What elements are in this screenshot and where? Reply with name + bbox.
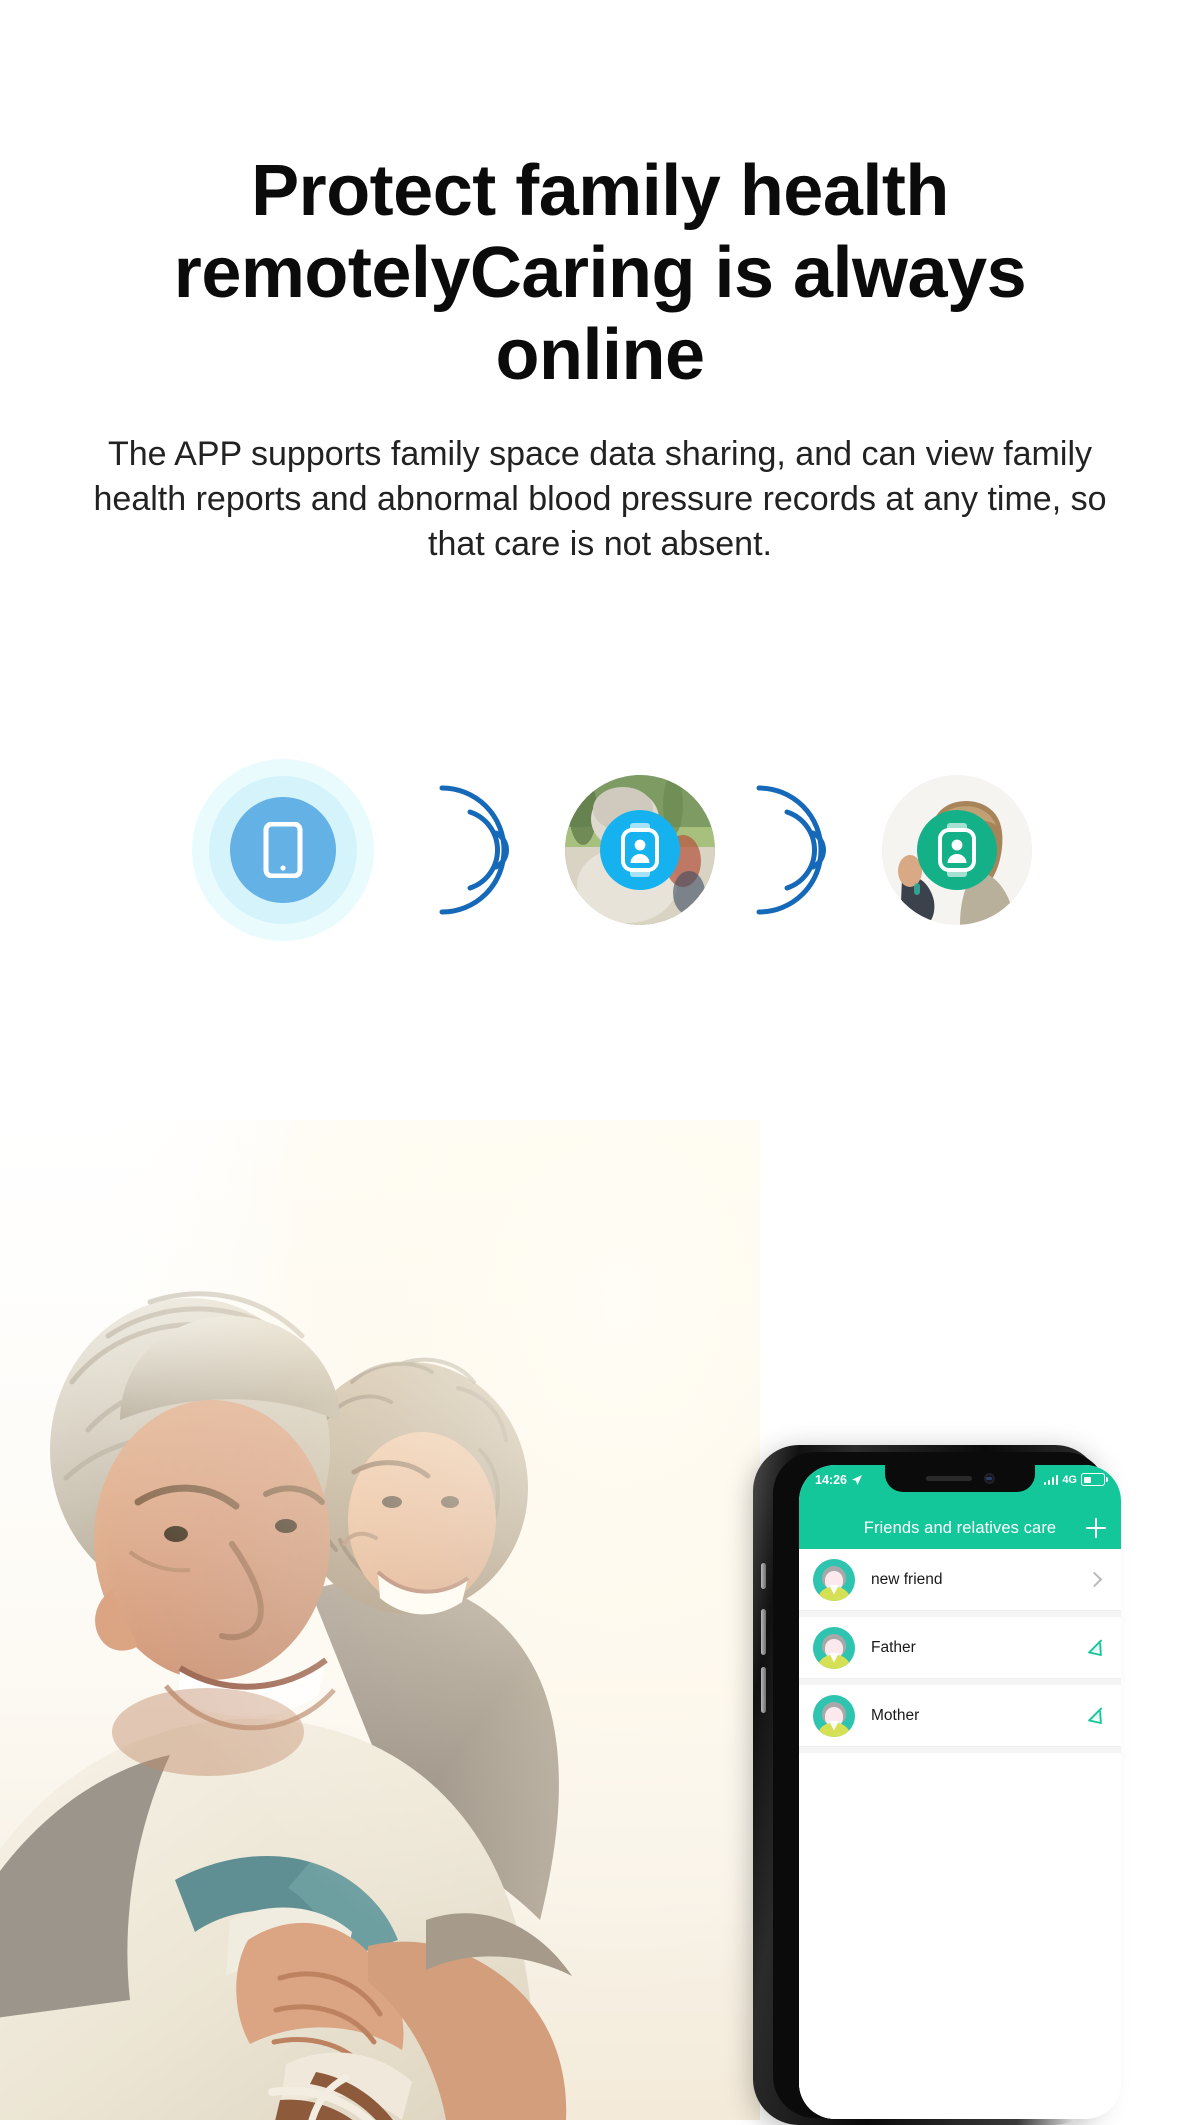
edit-pencil-icon[interactable] <box>1081 1703 1107 1729</box>
avatar <box>813 1558 855 1601</box>
phone-bezel: 14:26 4G Friends and relatives care new … <box>773 1452 1121 2119</box>
avatar <box>813 1626 855 1669</box>
status-bar-right: 4G <box>1043 1473 1108 1486</box>
edit-pencil-icon[interactable] <box>1081 1635 1107 1661</box>
location-arrow-icon <box>851 1475 862 1485</box>
status-bar-left: 14:26 <box>815 1473 863 1487</box>
contact-name: new friend <box>871 1570 943 1588</box>
elder-avatar-photo <box>565 775 715 925</box>
hero-section: Protect family health remotelyCaring is … <box>0 0 1200 567</box>
phone-volume-up[interactable] <box>761 1609 766 1655</box>
phone-mute-switch[interactable] <box>761 1563 766 1589</box>
page-title: Protect family health remotelyCaring is … <box>173 151 1027 396</box>
smartwatch-person-icon <box>621 823 659 877</box>
smartphone-icon <box>263 822 303 878</box>
signal-waves-2 <box>741 770 856 930</box>
network-label: 4G <box>1062 1473 1077 1486</box>
phone-icon-circle <box>230 797 336 903</box>
page-subtitle: The APP supports family space data shari… <box>93 435 1107 563</box>
flow-node-elder <box>565 775 715 925</box>
contact-name: Mother <box>871 1706 920 1724</box>
cellular-bars-icon <box>1043 1474 1059 1485</box>
status-time: 14:26 <box>815 1473 847 1487</box>
phone-screen: 14:26 4G Friends and relatives care new … <box>799 1465 1121 2119</box>
phone-mockup: 14:26 4G Friends and relatives care new … <box>740 1445 1121 2125</box>
front-camera-icon <box>983 1473 995 1484</box>
list-item[interactable]: new friend <box>799 1549 1121 1611</box>
phone-volume-down[interactable] <box>761 1667 766 1713</box>
young-avatar-photo <box>882 775 1032 925</box>
connection-flow-row <box>0 735 1200 965</box>
app-header: Friends and relatives care <box>799 1507 1121 1549</box>
phone-frame: 14:26 4G Friends and relatives care new … <box>753 1445 1121 2125</box>
elder-watch-badge <box>600 810 680 890</box>
add-contact-button[interactable] <box>1083 1515 1109 1541</box>
list-item[interactable]: Father <box>799 1617 1121 1679</box>
contact-list: new friend Father Mother <box>799 1549 1121 2119</box>
smartwatch-person-icon <box>938 823 976 877</box>
earpiece-speaker-icon <box>925 1476 972 1481</box>
contact-name: Father <box>871 1638 916 1656</box>
signal-waves-icon <box>756 785 827 915</box>
young-watch-badge <box>917 810 997 890</box>
status-bar: 14:26 4G <box>799 1465 1121 1507</box>
signal-waves-1 <box>424 770 539 930</box>
list-item[interactable]: Mother <box>799 1685 1121 1747</box>
app-header-title: Friends and relatives care <box>863 1518 1057 1537</box>
signal-waves-icon <box>439 785 510 915</box>
battery-icon <box>1081 1473 1108 1486</box>
senior-couple-photo <box>0 1120 760 2120</box>
flow-node-phone <box>168 735 398 965</box>
flow-node-young <box>882 775 1032 925</box>
list-empty-area <box>799 1753 1121 2119</box>
chevron-right-icon[interactable] <box>1081 1567 1107 1593</box>
phone-notch <box>885 1465 1035 1492</box>
avatar <box>813 1694 855 1737</box>
